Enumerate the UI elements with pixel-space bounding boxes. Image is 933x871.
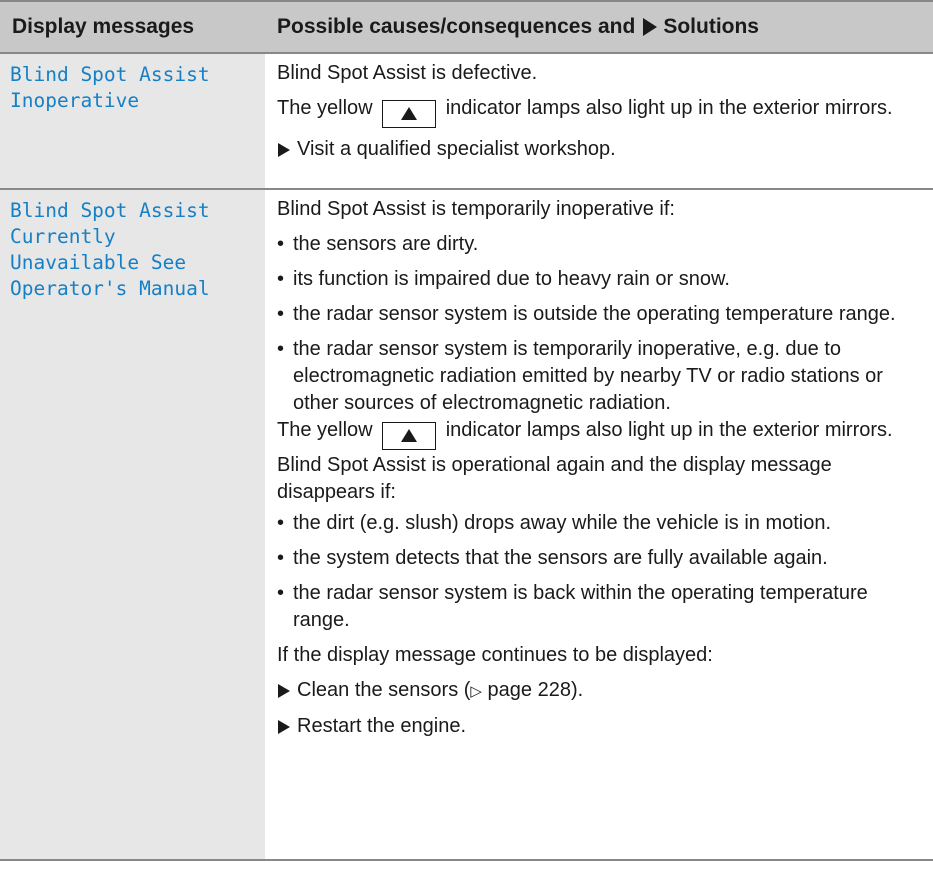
solution-step: Restart the engine. [277,713,921,740]
list-item-text: the radar sensor system is outside the o… [293,303,896,325]
page-reference-text: page 228). [481,678,584,701]
header-solutions-label: Solutions [663,15,759,38]
step-arrow-icon [278,683,290,698]
list-item: • the radar sensor system is back within … [277,581,868,631]
lamp-text-post: indicator lamps also light up in the ext… [445,97,893,119]
list-item: • the system detects that the sensors are… [277,546,828,569]
warning-lamp-icon [382,99,437,128]
solution-step-text: Clean the sensors ( [297,678,471,701]
list-item: • the radar sensor system is outside the … [277,303,896,325]
display-message-text: Blind Spot Assist Inoperative [10,63,210,112]
table-row: Blind Spot Assist Currently Unavailable … [0,190,933,861]
warning-lamp-icon [382,421,437,450]
list-item-text: the radar sensor system is temporarily i… [293,338,883,414]
message-cell: Blind Spot Assist Inoperative [0,54,265,188]
cause-text: Blind Spot Assist is defective. [277,62,538,84]
step-arrow-icon [278,719,290,734]
causes-cell: Blind Spot Assist is defective. The yell… [265,54,933,188]
list-item: • the radar sensor system is temporarily … [277,338,883,414]
message-cell: Blind Spot Assist Currently Unavailable … [0,190,265,859]
lamp-text: The yellow indicator lamps also light up… [277,95,921,128]
list-item-text: its function is impaired due to heavy ra… [293,268,730,290]
header-display-messages: Display messages [12,15,195,38]
list-item-text: the sensors are dirty. [293,233,479,255]
list-item-text: the dirt (e.g. slush) drops away while t… [293,511,832,534]
list-item-text: the system detects that the sensors are … [293,546,828,569]
lamp-text-pre: The yellow [277,419,373,441]
table-header: Display messages Possible causes/consequ… [0,0,933,54]
header-causes-solutions: Possible causes/consequences and Solutio… [265,2,759,52]
operational-again-text: Blind Spot Assist is operational again a… [277,453,832,503]
solution-step-text: Restart the engine. [297,714,466,737]
step-arrow-icon [278,142,290,157]
cause-intro: Blind Spot Assist is temporarily inopera… [277,198,675,220]
list-item-text: the radar sensor system is back within t… [293,581,868,631]
solution-arrow-icon [643,18,658,36]
display-messages-table: Display messages Possible causes/consequ… [0,0,933,861]
table-row: Blind Spot Assist Inoperative Blind Spot… [0,54,933,190]
solution-step: Visit a qualified specialist workshop. [277,136,921,163]
display-message-text: Blind Spot Assist Currently Unavailable … [10,199,210,300]
lamp-text-post: indicator lamps also light up in the ext… [445,419,893,441]
solution-step-text: Visit a qualified specialist workshop. [297,137,616,160]
list-item: • the sensors are dirty. [277,233,479,255]
list-item: • its function is impaired due to heavy r… [277,268,730,290]
causes-cell: Blind Spot Assist is temporarily inopera… [265,190,933,859]
lamp-text: The yellow indicator lamps also light up… [277,417,921,450]
list-item: • the dirt (e.g. slush) drops away while … [277,511,832,534]
page-reference-icon: ▷ [470,682,482,700]
lamp-text-pre: The yellow [277,97,373,119]
continues-text: If the display message continues to be d… [277,643,713,666]
solution-step: Clean the sensors (▷ page 228). [277,677,921,705]
header-causes-label: Possible causes/consequences and [277,15,636,38]
